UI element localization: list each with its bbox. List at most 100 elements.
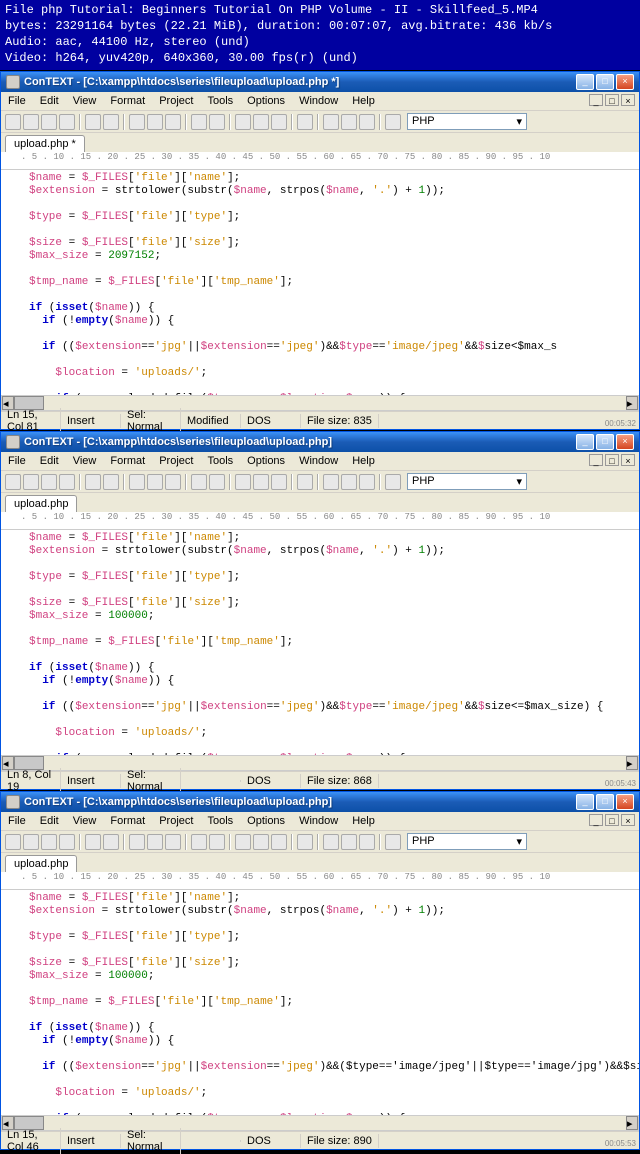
- maximize-button[interactable]: □: [596, 74, 614, 90]
- tool-icon[interactable]: [297, 114, 313, 130]
- menu-edit[interactable]: Edit: [37, 814, 62, 828]
- code-editor[interactable]: $name = $_FILES['file']['name']; $extens…: [1, 530, 639, 755]
- menu-format[interactable]: Format: [107, 454, 148, 468]
- file-tab[interactable]: upload.php: [5, 495, 77, 512]
- preview-icon[interactable]: [103, 834, 119, 850]
- print-icon[interactable]: [85, 114, 101, 130]
- cut-icon[interactable]: [129, 834, 145, 850]
- language-dropdown[interactable]: PHP▾: [407, 833, 527, 850]
- open-icon[interactable]: [23, 114, 39, 130]
- saveall-icon[interactable]: [59, 834, 75, 850]
- mdi-restore-icon[interactable]: □: [605, 454, 619, 466]
- menu-window[interactable]: Window: [296, 814, 341, 828]
- saveall-icon[interactable]: [59, 114, 75, 130]
- copy-icon[interactable]: [147, 834, 163, 850]
- macro-icon[interactable]: [323, 474, 339, 490]
- menu-edit[interactable]: Edit: [37, 454, 62, 468]
- tool-icon[interactable]: [297, 834, 313, 850]
- preview-icon[interactable]: [103, 474, 119, 490]
- menu-file[interactable]: File: [5, 814, 29, 828]
- open-icon[interactable]: [23, 834, 39, 850]
- menu-edit[interactable]: Edit: [37, 94, 62, 108]
- file-tab[interactable]: upload.php: [5, 855, 77, 872]
- replace-icon[interactable]: [271, 834, 287, 850]
- file-tab[interactable]: upload.php *: [5, 135, 85, 152]
- mdi-minimize-icon[interactable]: _: [589, 454, 603, 466]
- mdi-restore-icon[interactable]: □: [605, 814, 619, 826]
- horizontal-scrollbar[interactable]: ◂▸: [1, 755, 639, 771]
- record-icon[interactable]: [341, 474, 357, 490]
- close-button[interactable]: ×: [616, 794, 634, 810]
- titlebar[interactable]: ConTEXT - [C:\xampp\htdocs\series\fileup…: [1, 72, 639, 92]
- mdi-restore-icon[interactable]: □: [605, 94, 619, 106]
- mdi-close-icon[interactable]: ×: [621, 814, 635, 826]
- menu-view[interactable]: View: [70, 814, 100, 828]
- mdi-minimize-icon[interactable]: _: [589, 814, 603, 826]
- menu-file[interactable]: File: [5, 94, 29, 108]
- close-button[interactable]: ×: [616, 74, 634, 90]
- menu-format[interactable]: Format: [107, 94, 148, 108]
- titlebar[interactable]: ConTEXT - [C:\xampp\htdocs\series\fileup…: [1, 792, 639, 812]
- menu-options[interactable]: Options: [244, 814, 288, 828]
- paste-icon[interactable]: [165, 114, 181, 130]
- record-icon[interactable]: [341, 114, 357, 130]
- redo-icon[interactable]: [209, 834, 225, 850]
- horizontal-scrollbar[interactable]: ◂▸: [1, 395, 639, 411]
- play-icon[interactable]: [359, 834, 375, 850]
- menu-help[interactable]: Help: [349, 94, 378, 108]
- macro-icon[interactable]: [323, 834, 339, 850]
- mdi-close-icon[interactable]: ×: [621, 94, 635, 106]
- maximize-button[interactable]: □: [596, 434, 614, 450]
- titlebar[interactable]: ConTEXT - [C:\xampp\htdocs\series\fileup…: [1, 432, 639, 452]
- menu-window[interactable]: Window: [296, 454, 341, 468]
- print-icon[interactable]: [85, 474, 101, 490]
- findnext-icon[interactable]: [253, 834, 269, 850]
- record-icon[interactable]: [341, 834, 357, 850]
- undo-icon[interactable]: [191, 474, 207, 490]
- menu-tools[interactable]: Tools: [204, 94, 236, 108]
- menu-tools[interactable]: Tools: [204, 814, 236, 828]
- findnext-icon[interactable]: [253, 114, 269, 130]
- maximize-button[interactable]: □: [596, 794, 614, 810]
- menu-view[interactable]: View: [70, 94, 100, 108]
- undo-icon[interactable]: [191, 834, 207, 850]
- tool-icon[interactable]: [297, 474, 313, 490]
- preview-icon[interactable]: [103, 114, 119, 130]
- menu-project[interactable]: Project: [156, 94, 196, 108]
- macro-icon[interactable]: [323, 114, 339, 130]
- cut-icon[interactable]: [129, 114, 145, 130]
- findnext-icon[interactable]: [253, 474, 269, 490]
- menu-help[interactable]: Help: [349, 454, 378, 468]
- help-icon[interactable]: [385, 834, 401, 850]
- new-icon[interactable]: [5, 114, 21, 130]
- menu-help[interactable]: Help: [349, 814, 378, 828]
- language-dropdown[interactable]: PHP▾: [407, 113, 527, 130]
- help-icon[interactable]: [385, 474, 401, 490]
- mdi-minimize-icon[interactable]: _: [589, 94, 603, 106]
- minimize-button[interactable]: _: [576, 74, 594, 90]
- close-button[interactable]: ×: [616, 434, 634, 450]
- menu-options[interactable]: Options: [244, 94, 288, 108]
- undo-icon[interactable]: [191, 114, 207, 130]
- save-icon[interactable]: [41, 474, 57, 490]
- find-icon[interactable]: [235, 834, 251, 850]
- saveall-icon[interactable]: [59, 474, 75, 490]
- menu-format[interactable]: Format: [107, 814, 148, 828]
- redo-icon[interactable]: [209, 114, 225, 130]
- replace-icon[interactable]: [271, 114, 287, 130]
- code-editor[interactable]: $name = $_FILES['file']['name']; $extens…: [1, 170, 639, 395]
- mdi-close-icon[interactable]: ×: [621, 454, 635, 466]
- menu-project[interactable]: Project: [156, 814, 196, 828]
- save-icon[interactable]: [41, 834, 57, 850]
- scroll-right-icon[interactable]: ▸: [626, 756, 638, 770]
- copy-icon[interactable]: [147, 474, 163, 490]
- horizontal-scrollbar[interactable]: ◂▸: [1, 1115, 639, 1131]
- cut-icon[interactable]: [129, 474, 145, 490]
- open-icon[interactable]: [23, 474, 39, 490]
- print-icon[interactable]: [85, 834, 101, 850]
- language-dropdown[interactable]: PHP▾: [407, 473, 527, 490]
- replace-icon[interactable]: [271, 474, 287, 490]
- menu-tools[interactable]: Tools: [204, 454, 236, 468]
- menu-project[interactable]: Project: [156, 454, 196, 468]
- redo-icon[interactable]: [209, 474, 225, 490]
